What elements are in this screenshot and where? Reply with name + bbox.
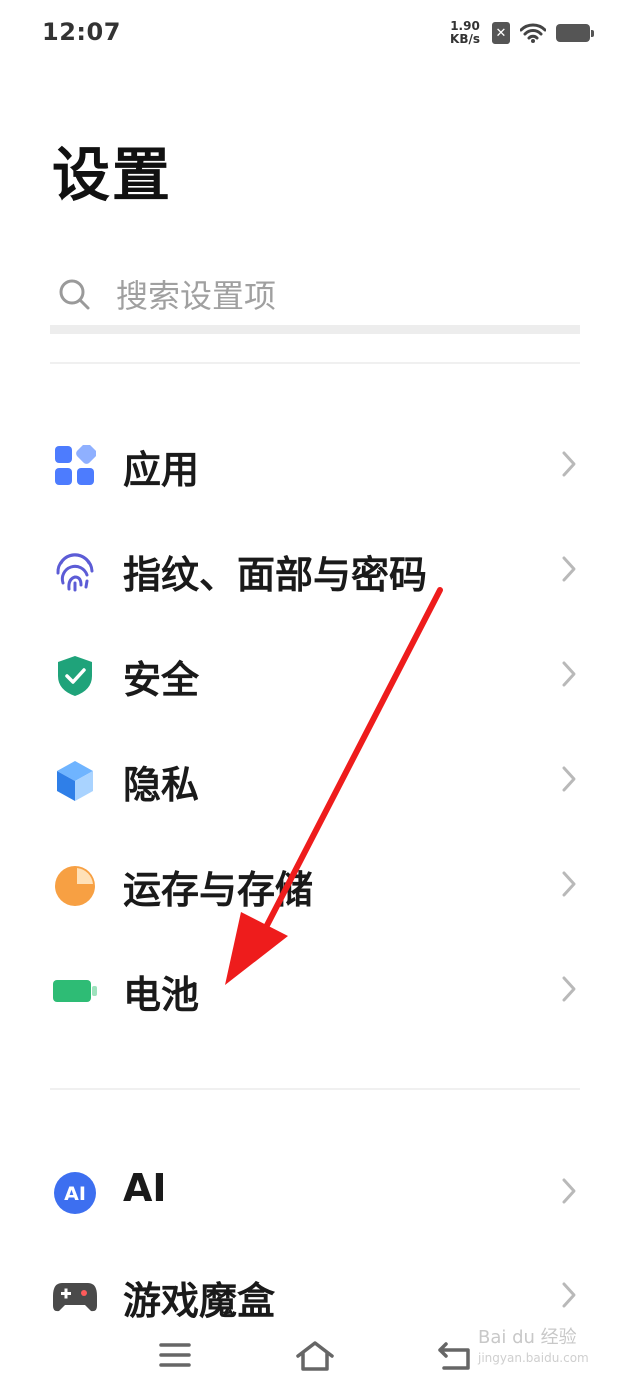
chevron-right-icon: [562, 976, 576, 1002]
chevron-right-icon: [562, 1178, 576, 1204]
menu-item-apps[interactable]: 应用: [0, 415, 630, 515]
menu-icon[interactable]: [158, 1340, 192, 1370]
search-icon: [59, 279, 90, 310]
menu-item-label: AI: [123, 1166, 167, 1210]
status-icons: 1.90 KB/s ✕: [450, 20, 594, 46]
home-icon[interactable]: [295, 1340, 335, 1372]
battery-icon: [52, 968, 98, 1014]
ai-badge-icon: AI: [52, 1170, 98, 1216]
divider: [50, 1088, 580, 1090]
shield-check-icon: [52, 653, 98, 699]
watermark-text: Bai du 经验: [478, 1327, 577, 1348]
watermark-sub: jingyan.baidu.com: [478, 1351, 589, 1365]
no-sim-icon: ✕: [492, 22, 510, 44]
menu-item-label: 应用: [123, 448, 200, 492]
network-speed: 1.90 KB/s: [450, 20, 480, 46]
menu-item-privacy[interactable]: 隐私: [0, 730, 630, 830]
status-bar: 12:07 1.90 KB/s ✕: [0, 0, 630, 70]
back-icon[interactable]: [436, 1340, 474, 1372]
menu-item-label: 电池: [123, 973, 200, 1017]
menu-item-ai[interactable]: AI AI: [0, 1142, 630, 1242]
menu-item-battery[interactable]: 电池: [0, 940, 630, 1040]
battery-status-icon: [556, 24, 594, 42]
menu-item-label: 安全: [123, 658, 200, 702]
chevron-right-icon: [562, 661, 576, 687]
menu-item-label: 游戏魔盒: [123, 1279, 276, 1323]
privacy-cube-icon: [52, 758, 98, 804]
ai-badge-text: AI: [64, 1183, 86, 1205]
menu-item-storage[interactable]: 运存与存储: [0, 835, 630, 935]
search-underline: [50, 325, 580, 334]
chevron-right-icon: [562, 556, 576, 582]
menu-item-fingerprint[interactable]: 指纹、面部与密码: [0, 520, 630, 620]
divider: [50, 362, 580, 364]
watermark: Bai du 经验 jingyan.baidu.com: [478, 1328, 589, 1368]
menu-item-label: 指纹、面部与密码: [123, 553, 428, 597]
menu-item-label: 隐私: [123, 763, 200, 807]
page-title: 设置: [52, 141, 173, 209]
chevron-right-icon: [562, 871, 576, 897]
clock: 12:07: [42, 18, 121, 46]
network-speed-unit: KB/s: [450, 32, 480, 46]
search-input[interactable]: [116, 274, 556, 318]
search-bar[interactable]: [50, 268, 580, 324]
gamepad-icon: [52, 1274, 98, 1320]
pie-chart-icon: [52, 863, 98, 909]
menu-item-security[interactable]: 安全: [0, 625, 630, 725]
wifi-icon: [520, 23, 546, 43]
fingerprint-icon: [52, 548, 98, 594]
menu-item-label: 运存与存储: [123, 868, 314, 912]
apps-grid-icon: [52, 443, 98, 489]
chevron-right-icon: [562, 1282, 576, 1308]
chevron-right-icon: [562, 766, 576, 792]
chevron-right-icon: [562, 451, 576, 477]
